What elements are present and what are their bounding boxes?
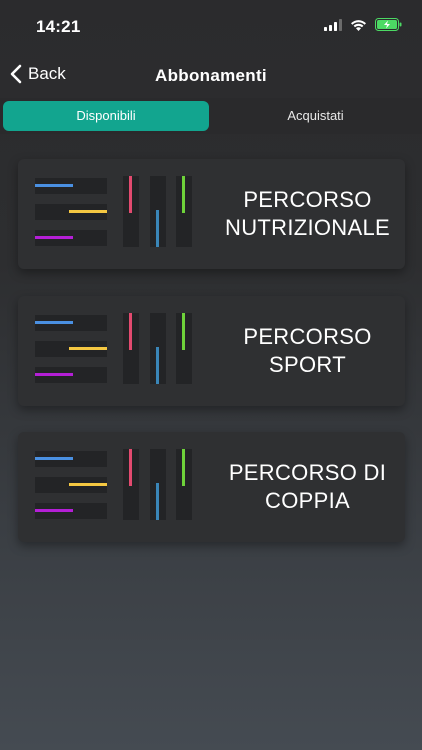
status-time: 14:21 (36, 17, 81, 36)
card-title: PERCORSO DI COPPIA (228, 460, 387, 513)
card-title: PERCORSO SPORT (243, 324, 372, 377)
card-title: PERCORSO NUTRIZIONALE (225, 187, 390, 240)
equalizer-illustration-icon (35, 313, 192, 384)
subscription-card-nutrizionale[interactable]: PERCORSO NUTRIZIONALE (18, 159, 405, 269)
equalizer-illustration-icon (35, 176, 192, 247)
wifi-icon (351, 19, 366, 31)
tab-acquistati[interactable]: Acquistati (209, 101, 422, 131)
status-icons (324, 18, 402, 31)
equalizer-illustration-icon (35, 449, 192, 520)
status-bar: 14:21 (0, 0, 422, 52)
tab-disponibili[interactable]: Disponibili (3, 101, 209, 131)
segmented-tabs: Disponibili Acquistati (0, 98, 422, 134)
battery-icon (375, 18, 402, 31)
signal-icon (324, 18, 342, 31)
navigation-bar: Back Abbonamenti (0, 56, 422, 96)
page-title: Abbonamenti (155, 66, 267, 85)
subscription-card-coppia[interactable]: PERCORSO DI COPPIA (18, 432, 405, 542)
subscription-card-sport[interactable]: PERCORSO SPORT (18, 296, 405, 406)
